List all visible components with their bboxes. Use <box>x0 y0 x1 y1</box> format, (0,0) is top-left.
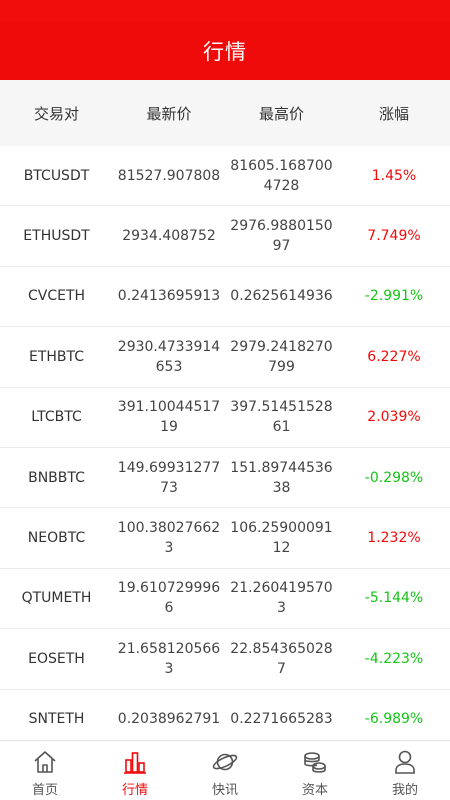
column-header-pair[interactable]: 交易对 <box>0 103 113 124</box>
user-icon <box>395 750 415 774</box>
tab-capital-label: 资本 <box>301 783 328 798</box>
table-row[interactable]: BNBBTC 149.6993127773 151.8974453638 -0.… <box>0 448 450 509</box>
table-row[interactable]: ETHUSDT 2934.408752 2976.988015097 7.749… <box>0 206 450 267</box>
pair-cell: ETHBTC <box>28 348 85 365</box>
status-bar <box>0 0 450 22</box>
table-row[interactable]: NEOBTC 100.380276623 106.2590009112 1.23… <box>0 508 450 569</box>
high-price-cell: 0.2625614936 <box>230 288 333 305</box>
tab-profile-label: 我的 <box>391 783 418 798</box>
latest-price-cell: 0.2038962791 <box>117 711 221 728</box>
pair-cell: CVCETH <box>27 288 86 305</box>
table-row[interactable]: QTUMETH 19.6107299966 21.2604195703 -5.1… <box>0 569 450 630</box>
change-cell: -6.989% <box>364 711 424 728</box>
latest-price-cell: 100.380276623 <box>117 520 221 557</box>
table-row[interactable]: CVCETH 0.2413695913 0.2625614936 -2.991% <box>0 267 450 328</box>
latest-price-cell: 391.1004451719 <box>117 399 221 436</box>
high-price-cell: 397.5145152861 <box>230 399 333 436</box>
high-price-cell: 21.2604195703 <box>230 580 333 617</box>
change-cell: 1.45% <box>371 167 417 184</box>
home-icon <box>34 751 56 773</box>
high-price-cell: 81605.1687004728 <box>230 157 333 194</box>
tab-news-label: 快讯 <box>211 783 238 798</box>
bottom-tab-bar: 首页 行情 快讯 资本 我的 <box>0 740 450 800</box>
high-price-cell: 106.2590009112 <box>230 520 333 557</box>
high-price-cell: 151.8974453638 <box>230 459 333 496</box>
column-header-latest-price[interactable]: 最新价 <box>113 103 225 124</box>
high-price-cell: 0.2271665283 <box>230 711 333 728</box>
planet-icon <box>212 753 238 771</box>
high-price-cell: 2976.988015097 <box>230 218 333 255</box>
tab-news[interactable]: 快讯 <box>180 741 270 800</box>
latest-price-cell: 19.6107299966 <box>117 580 221 617</box>
tab-profile[interactable]: 我的 <box>360 741 450 800</box>
table-row[interactable]: BTCUSDT 81527.907808 81605.1687004728 1.… <box>0 146 450 207</box>
tab-home[interactable]: 首页 <box>0 741 90 800</box>
tab-home-label: 首页 <box>31 783 58 798</box>
table-row[interactable]: ETHBTC 2930.4733914653 2979.2418270799 6… <box>0 327 450 388</box>
high-price-cell: 2979.2418270799 <box>230 338 333 375</box>
change-cell: -4.223% <box>364 650 424 667</box>
column-header-change[interactable]: 涨幅 <box>338 103 450 124</box>
pair-cell: EOSETH <box>28 650 85 667</box>
coins-icon <box>304 752 326 773</box>
table-row[interactable]: LTCBTC 391.1004451719 397.5145152861 2.0… <box>0 388 450 448</box>
pair-cell: LTCBTC <box>31 409 82 426</box>
change-cell: -2.991% <box>364 288 424 305</box>
table-header: 交易对 最新价 最高价 涨幅 <box>0 80 450 146</box>
pair-cell: BNBBTC <box>28 469 85 486</box>
pair-cell: NEOBTC <box>27 530 86 547</box>
change-cell: -5.144% <box>364 590 424 607</box>
column-header-high-price[interactable]: 最高价 <box>225 103 338 124</box>
pair-cell: ETHUSDT <box>23 228 90 245</box>
page-title: 行情 <box>203 40 247 64</box>
latest-price-cell: 2930.4733914653 <box>117 338 221 375</box>
latest-price-cell: 2934.408752 <box>122 228 216 245</box>
latest-price-cell: 149.6993127773 <box>117 459 221 496</box>
change-cell: -0.298% <box>364 469 424 486</box>
latest-price-cell: 0.2413695913 <box>117 288 221 305</box>
change-cell: 1.232% <box>367 530 421 547</box>
latest-price-cell: 21.6581205663 <box>117 640 221 677</box>
market-table: BTCUSDT 81527.907808 81605.1687004728 1.… <box>0 146 450 750</box>
table-row[interactable]: EOSETH 21.6581205663 22.8543650287 -4.22… <box>0 629 450 690</box>
tab-market-label: 行情 <box>121 783 148 798</box>
pair-cell: BTCUSDT <box>23 167 90 184</box>
tab-capital[interactable]: 资本 <box>270 741 360 800</box>
tab-market[interactable]: 行情 <box>90 741 180 800</box>
pair-cell: SNTETH <box>28 711 85 728</box>
pair-cell: QTUMETH <box>21 590 92 607</box>
change-cell: 7.749% <box>367 228 421 245</box>
high-price-cell: 22.8543650287 <box>230 640 333 677</box>
bar-chart-icon <box>124 752 146 774</box>
app-header: 行情 <box>0 22 450 80</box>
latest-price-cell: 81527.907808 <box>117 167 221 184</box>
change-cell: 6.227% <box>367 348 421 365</box>
change-cell: 2.039% <box>367 409 421 426</box>
